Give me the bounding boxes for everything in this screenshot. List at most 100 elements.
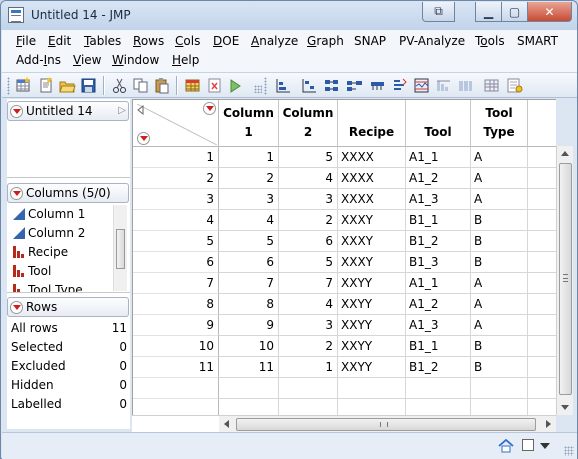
columns-panel-header[interactable]: Columns (5/0) [7, 183, 129, 203]
report-icon[interactable] [206, 77, 223, 94]
toolbar-grip-2[interactable] [264, 77, 267, 95]
cell-tool-type[interactable]: B [471, 210, 528, 231]
cell-tool[interactable]: B1_1 [406, 336, 471, 357]
row-number[interactable]: 9 [133, 315, 219, 336]
cell-tool-type[interactable]: B [471, 336, 528, 357]
cell-column-1[interactable]: 8 [219, 294, 279, 315]
column-header-tool-type[interactable]: Tool Type [471, 100, 528, 147]
new-script-icon[interactable] [38, 77, 55, 94]
row-number[interactable]: 8 [133, 294, 219, 315]
column-item-tool-type[interactable]: Tool Type [11, 281, 83, 292]
fit-y-by-x-icon[interactable] [301, 77, 318, 94]
minimize-button[interactable]: ▁ [475, 2, 502, 22]
pareto-icon[interactable] [435, 77, 452, 94]
cell-tool[interactable] [406, 399, 471, 415]
journal-icon[interactable] [506, 77, 523, 94]
cell-column-2[interactable]: 4 [279, 294, 338, 315]
columns-scroll-thumb[interactable] [116, 229, 125, 269]
cell-column-2[interactable]: 2 [279, 336, 338, 357]
close-button[interactable]: ✕ [527, 2, 572, 22]
cell-recipe[interactable] [338, 399, 406, 415]
window-list-icon[interactable] [522, 439, 534, 451]
row-number[interactable] [133, 399, 219, 415]
cell-recipe[interactable]: XXXX [338, 147, 406, 168]
row-number[interactable]: 7 [133, 273, 219, 294]
cell-tool-type[interactable]: A [471, 189, 528, 210]
cell-recipe[interactable]: XXXX [338, 168, 406, 189]
columns-scrollbar[interactable] [113, 205, 127, 291]
home-icon[interactable] [498, 439, 514, 453]
scroll-down-arrow-icon[interactable] [561, 405, 569, 410]
cell-recipe[interactable]: XXYY [338, 273, 406, 294]
cell-tool-type[interactable]: B [471, 231, 528, 252]
cell-column-2[interactable]: 3 [279, 189, 338, 210]
title-bar[interactable]: Untitled 14 - JMP ⧉ ▁ ▢ ✕ [1, 1, 577, 30]
cell-column-1[interactable]: 2 [219, 168, 279, 189]
matched-pairs-icon[interactable] [323, 77, 340, 94]
cell-recipe[interactable]: XXYY [338, 357, 406, 378]
cell-tool-type[interactable]: A [471, 294, 528, 315]
data-grid-icon[interactable] [184, 77, 201, 94]
home-window-button[interactable]: ⧉ [422, 2, 455, 22]
cell-column-2[interactable]: 6 [279, 231, 338, 252]
grid-corner[interactable] [133, 100, 219, 147]
cell-tool-type[interactable]: B [471, 357, 528, 378]
rows-red-triangle-icon[interactable] [10, 301, 23, 314]
menu-help[interactable]: Help [172, 53, 199, 67]
cell-tool-type[interactable] [471, 378, 528, 399]
row-number[interactable]: 4 [133, 210, 219, 231]
menu-smart[interactable]: SMART [517, 34, 558, 48]
cell-recipe[interactable]: XXXY [338, 210, 406, 231]
menu-file[interactable]: File [16, 34, 36, 48]
cell-column-1[interactable] [219, 378, 279, 399]
cell-column-1[interactable] [219, 399, 279, 415]
row-number[interactable]: 10 [133, 336, 219, 357]
paste-icon[interactable] [153, 77, 170, 94]
row-number[interactable] [133, 378, 219, 399]
menu-pv-analyze[interactable]: PV-Analyze [399, 34, 465, 48]
cell-column-1[interactable]: 6 [219, 252, 279, 273]
cell-column-1[interactable]: 5 [219, 231, 279, 252]
distribution-icon[interactable] [275, 77, 292, 94]
cell-tool[interactable]: A1_3 [406, 189, 471, 210]
column-header-column-1[interactable]: Column 1 [219, 100, 279, 147]
cell-recipe[interactable]: XXXY [338, 252, 406, 273]
cell-column-2[interactable] [279, 378, 338, 399]
menu-graph[interactable]: Graph [307, 34, 344, 48]
cell-tool[interactable]: B1_2 [406, 231, 471, 252]
column-item-recipe[interactable]: Recipe [11, 243, 68, 261]
menu-window[interactable]: Window [112, 53, 159, 67]
maximize-button[interactable]: ▢ [501, 2, 528, 22]
table-icon[interactable] [483, 77, 500, 94]
cell-tool[interactable]: A1_1 [406, 273, 471, 294]
menu-doe[interactable]: DOE [213, 34, 239, 48]
row-number[interactable]: 1 [133, 147, 219, 168]
cluster-icon[interactable] [391, 77, 408, 94]
row-number[interactable]: 6 [133, 252, 219, 273]
column-header-column-2[interactable]: Column 2 [279, 100, 338, 147]
cell-tool[interactable]: A1_2 [406, 294, 471, 315]
collapse-arrow-icon[interactable]: ▷ [118, 102, 126, 120]
column-item-column-2[interactable]: Column 2 [11, 224, 85, 242]
cell-tool[interactable]: B1_1 [406, 210, 471, 231]
cell-tool[interactable]: A1_3 [406, 315, 471, 336]
cell-tool-type[interactable]: A [471, 168, 528, 189]
row-number[interactable]: 2 [133, 168, 219, 189]
cell-column-1[interactable]: 11 [219, 357, 279, 378]
open-folder-icon[interactable] [59, 77, 76, 94]
cell-tool-type[interactable]: A [471, 273, 528, 294]
cell-column-2[interactable]: 1 [279, 357, 338, 378]
resize-grip[interactable] [564, 446, 574, 456]
cell-recipe[interactable] [338, 378, 406, 399]
cell-column-2[interactable]: 3 [279, 315, 338, 336]
toolbar-grip[interactable] [7, 77, 10, 95]
column-item-tool[interactable]: Tool [11, 262, 51, 280]
table-red-triangle-icon[interactable] [10, 105, 23, 118]
copy-icon[interactable] [132, 77, 149, 94]
menu-cols[interactable]: Cols [175, 34, 200, 48]
cell-tool-type[interactable]: A [471, 147, 528, 168]
cell-column-2[interactable]: 4 [279, 168, 338, 189]
control-chart-icon[interactable] [413, 77, 430, 94]
cell-column-2[interactable]: 2 [279, 210, 338, 231]
menu-analyze[interactable]: Analyze [251, 34, 298, 48]
